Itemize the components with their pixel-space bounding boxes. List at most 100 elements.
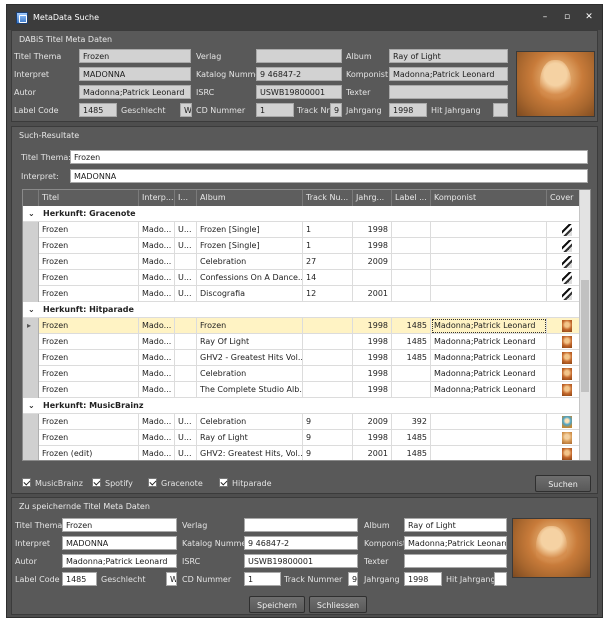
maximize-button[interactable]: ▫ <box>556 5 578 30</box>
save-isrc-field[interactable]: USWB19800001 <box>244 554 358 568</box>
speichern-button[interactable]: Speichern <box>249 596 305 613</box>
chk-musicbrainz[interactable]: MusicBrainz <box>22 476 83 491</box>
cell-interpret[interactable]: Mado... <box>139 382 175 398</box>
cell-track[interactable]: 9 <box>303 430 353 446</box>
cell-album[interactable]: Confessions On A Dance... <box>197 270 303 286</box>
save-interpret-field[interactable]: MADONNA <box>62 536 177 550</box>
cell-interpret[interactable]: Mado... <box>139 270 175 286</box>
cell-titel[interactable]: Frozen <box>39 414 139 430</box>
cell-jahrgang[interactable]: 1998 <box>353 238 392 254</box>
cell-label[interactable]: 392 <box>392 414 431 430</box>
save-titel-thema-field[interactable]: Frozen <box>62 518 177 532</box>
cell-track[interactable]: 1 <box>303 238 353 254</box>
cell-titel[interactable]: Frozen <box>39 430 139 446</box>
row-selector[interactable] <box>23 350 39 366</box>
table-row[interactable]: Frozen Mado... The Complete Studio Alb... 1… <box>23 382 590 398</box>
cell-label[interactable] <box>392 366 431 382</box>
interpret-field[interactable]: MADONNA <box>79 67 191 81</box>
cell-isrc[interactable]: U... <box>175 430 197 446</box>
cell-jahrgang[interactable]: 2001 <box>353 286 392 302</box>
cell-interpret[interactable]: Mado... <box>139 254 175 270</box>
cell-komponist[interactable] <box>431 238 547 254</box>
cell-album[interactable]: Frozen <box>197 318 303 334</box>
cell-komponist[interactable] <box>431 446 547 460</box>
cell-album[interactable]: Discografia <box>197 286 303 302</box>
save-autor-field[interactable]: Madonna;Patrick Leonard <box>62 554 177 568</box>
cell-track[interactable] <box>303 350 353 366</box>
labelcode-field[interactable]: 1485 <box>79 103 117 117</box>
cell-komponist[interactable]: Madonna;Patrick Leonard <box>431 382 547 398</box>
cell-cover[interactable] <box>547 222 581 238</box>
cell-cover[interactable] <box>547 446 581 460</box>
cell-track[interactable]: 14 <box>303 270 353 286</box>
row-selector[interactable] <box>23 334 39 350</box>
save-texter-field[interactable] <box>404 554 507 568</box>
table-row[interactable]: ▸ Frozen Mado... Frozen 1998 1485 Madonna;Patr… <box>23 318 590 334</box>
row-selector[interactable] <box>23 270 39 286</box>
cell-jahrgang[interactable]: 1998 <box>353 350 392 366</box>
cell-album[interactable]: Ray of Light <box>197 430 303 446</box>
cell-track[interactable]: 12 <box>303 286 353 302</box>
table-row[interactable]: Frozen Mado... Celebration 1998 Madonna;Patr… <box>23 366 590 382</box>
cell-titel[interactable]: Frozen <box>39 286 139 302</box>
cell-album[interactable]: Frozen [Single] <box>197 238 303 254</box>
close-window-button[interactable]: ✕ <box>578 5 600 30</box>
cell-komponist[interactable] <box>431 286 547 302</box>
col-isrc[interactable]: I... <box>175 190 197 206</box>
cell-isrc[interactable] <box>175 318 197 334</box>
group-collapse-icon[interactable]: ⌄ <box>28 398 35 414</box>
cell-titel[interactable]: Frozen <box>39 334 139 350</box>
cell-jahrgang[interactable]: 1998 <box>353 382 392 398</box>
table-row[interactable]: Frozen Mado... U... Confessions On A Dance.… <box>23 270 590 286</box>
row-selector[interactable] <box>23 222 39 238</box>
table-row[interactable]: Frozen Mado... U... Frozen [Single] 1 1998 <box>23 238 590 254</box>
cell-cover[interactable] <box>547 350 581 366</box>
cell-cover[interactable] <box>547 238 581 254</box>
cell-cover[interactable] <box>547 286 581 302</box>
autor-field[interactable]: Madonna;Patrick Leonard <box>79 85 191 99</box>
row-selector[interactable] <box>23 430 39 446</box>
cell-interpret[interactable]: Mado... <box>139 286 175 302</box>
row-selector[interactable] <box>23 414 39 430</box>
checkbox-spotify[interactable] <box>92 478 101 487</box>
cell-isrc[interactable]: U... <box>175 286 197 302</box>
cell-track[interactable]: 27 <box>303 254 353 270</box>
cell-isrc[interactable]: U... <box>175 222 197 238</box>
group-collapse-icon[interactable]: ⌄ <box>28 206 35 222</box>
cell-isrc[interactable]: U... <box>175 238 197 254</box>
schliessen-button[interactable]: Schliessen <box>309 596 367 613</box>
row-selector[interactable] <box>23 382 39 398</box>
row-selector[interactable] <box>23 254 39 270</box>
col-cover[interactable]: Cover <box>547 190 581 206</box>
save-katalog-field[interactable]: 9 46847-2 <box>244 536 358 550</box>
cell-isrc[interactable] <box>175 366 197 382</box>
cell-isrc[interactable] <box>175 382 197 398</box>
cell-album[interactable]: Celebration <box>197 414 303 430</box>
save-labelcode-field[interactable]: 1485 <box>62 572 97 586</box>
cell-album[interactable]: Celebration <box>197 366 303 382</box>
col-label[interactable]: Label ... <box>392 190 431 206</box>
cell-album[interactable]: Celebration <box>197 254 303 270</box>
cell-label[interactable] <box>392 382 431 398</box>
save-track-field[interactable]: 9 <box>348 572 358 586</box>
cell-cover[interactable] <box>547 366 581 382</box>
save-hit-jahrgang-field[interactable] <box>494 572 507 586</box>
cell-isrc[interactable] <box>175 334 197 350</box>
cell-label[interactable] <box>392 222 431 238</box>
cell-interpret[interactable]: Mado... <box>139 414 175 430</box>
cell-interpret[interactable]: Mado... <box>139 366 175 382</box>
chk-gracenote[interactable]: Gracenote <box>148 476 203 491</box>
cell-interpret[interactable]: Mado... <box>139 238 175 254</box>
katalog-field[interactable]: 9 46847-2 <box>256 67 342 81</box>
minimize-button[interactable]: – <box>534 5 556 30</box>
col-komponist[interactable]: Komponist <box>431 190 547 206</box>
album-field[interactable]: Ray of Light <box>389 49 508 63</box>
cell-isrc[interactable]: U... <box>175 446 197 460</box>
cell-komponist[interactable] <box>431 222 547 238</box>
chk-hitparade[interactable]: Hitparade <box>219 476 272 491</box>
cell-label[interactable] <box>392 238 431 254</box>
cell-track[interactable]: 9 <box>303 414 353 430</box>
jahrgang-field[interactable]: 1998 <box>389 103 427 117</box>
cd-field[interactable]: 1 <box>256 103 294 117</box>
cell-cover[interactable] <box>547 382 581 398</box>
